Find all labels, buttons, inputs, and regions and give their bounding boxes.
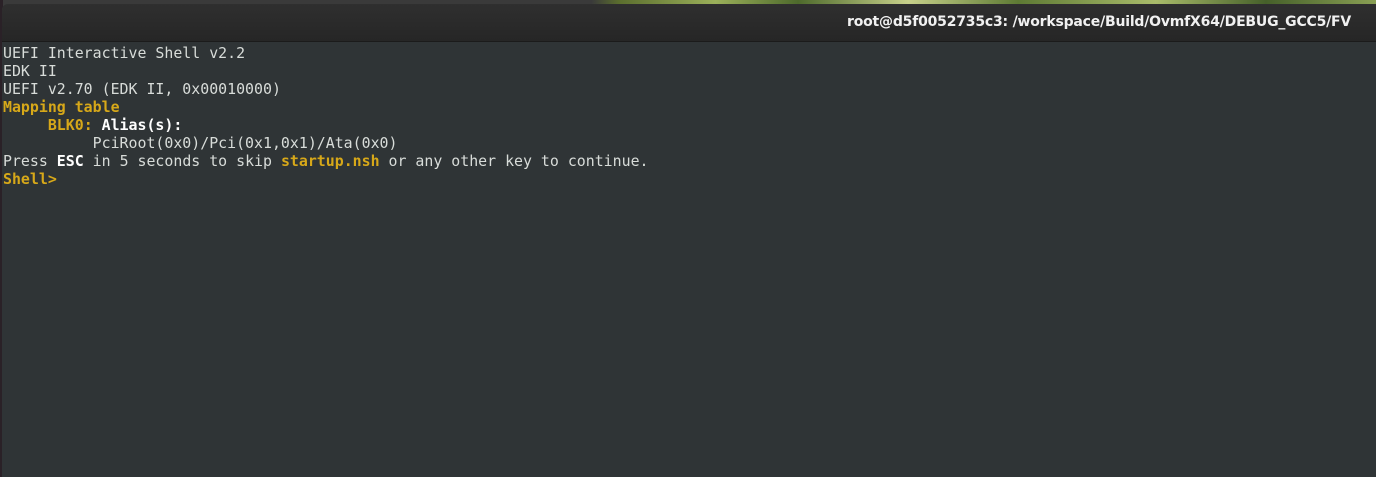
shell-version-line: UEFI Interactive Shell v2.2 [3,44,246,62]
shell-prompt[interactable]: Shell> [3,170,57,188]
window-titlebar[interactable]: root@d5f0052735c3: /workspace/Build/Ovmf… [2,4,1376,42]
blk-indent [3,116,48,134]
terminal-output[interactable]: UEFI Interactive Shell v2.2 EDK II UEFI … [3,42,1374,477]
press-suffix: or any other key to continue. [379,152,649,170]
startup-script-name: startup.nsh [280,152,380,170]
blk0-label: BLK0: [47,116,93,134]
press-middle: in 5 seconds to skip [83,152,281,170]
device-path-indent [3,134,93,152]
alias-label: Alias(s): [92,116,183,134]
press-prefix: Press [3,152,57,170]
esc-key-label: ESC [56,152,84,170]
window-title: root@d5f0052735c3: /workspace/Build/Ovmf… [847,14,1352,30]
mapping-table-heading: Mapping table [3,98,120,116]
device-path-line: PciRoot(0x0)/Pci(0x1,0x1)/Ata(0x0) [3,134,398,152]
uefi-version-line: UEFI v2.70 (EDK II, 0x00010000) [3,80,281,98]
edk-line: EDK II [3,62,57,80]
blk0-line: BLK0: Alias(s): [3,116,182,134]
startup-prompt-line: Press ESC in 5 seconds to skip startup.n… [3,152,649,170]
terminal-window[interactable]: root@d5f0052735c3: /workspace/Build/Ovmf… [2,4,1376,477]
device-path: PciRoot(0x0)/Pci(0x1,0x1)/Ata(0x0) [92,134,398,152]
